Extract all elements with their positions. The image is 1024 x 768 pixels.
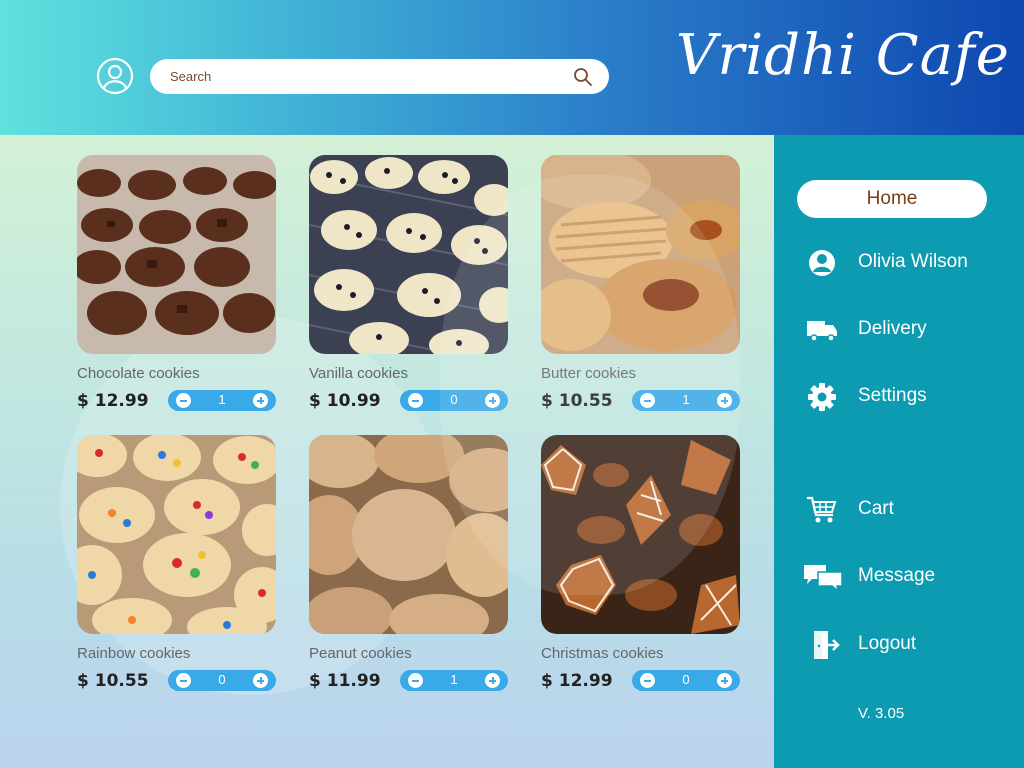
cart-icon (804, 495, 840, 525)
product-image[interactable] (309, 155, 508, 354)
gear-icon (804, 382, 840, 412)
version-label: V. 3.05 (858, 705, 905, 722)
sidebar-item-logout[interactable]: Logout (804, 627, 1014, 663)
product-price: $ 10.55 (541, 391, 613, 411)
sidebar: Home Olivia Wilson Delivery Settings Car… (774, 135, 1024, 768)
product-name: Peanut cookies (309, 645, 412, 662)
product-name: Vanilla cookies (309, 365, 408, 382)
decrease-button[interactable] (640, 393, 655, 408)
sidebar-item-profile[interactable]: Olivia Wilson (804, 245, 1014, 281)
product-name: Rainbow cookies (77, 645, 191, 662)
increase-button[interactable] (717, 673, 732, 688)
product-image[interactable] (309, 435, 508, 634)
sidebar-item-label: Delivery (858, 318, 927, 339)
truck-icon (804, 315, 840, 345)
sidebar-item-delivery[interactable]: Delivery (804, 312, 1014, 348)
product-price: $ 10.55 (77, 671, 149, 691)
product-price: $ 12.99 (541, 671, 613, 691)
sidebar-item-label: Cart (858, 498, 894, 519)
quantity-stepper: 1 (168, 390, 276, 411)
increase-button[interactable] (717, 393, 732, 408)
sidebar-item-label: Settings (858, 385, 927, 406)
product-image[interactable] (541, 155, 740, 354)
product-image[interactable] (541, 435, 740, 634)
product-card: Peanut cookies $ 11.99 1 (309, 435, 509, 691)
sidebar-item-label: Logout (858, 633, 917, 654)
brand-logo: Vridhi Cafe (676, 23, 1010, 88)
product-card: Vanilla cookies $ 10.99 0 (309, 155, 509, 411)
message-icon (802, 562, 844, 593)
sidebar-item-label: Olivia Wilson (858, 251, 968, 272)
user-icon (804, 248, 840, 278)
sidebar-item-label: Message (858, 565, 936, 586)
product-name: Christmas cookies (541, 645, 664, 662)
sidebar-item-cart[interactable]: Cart (804, 492, 1014, 528)
increase-button[interactable] (253, 393, 268, 408)
search-bar (150, 59, 609, 94)
product-price: $ 10.99 (309, 391, 381, 411)
product-card: Christmas cookies $ 12.99 0 (541, 435, 741, 691)
logout-icon (804, 630, 840, 660)
sidebar-item-settings[interactable]: Settings (804, 379, 1014, 415)
sidebar-item-message[interactable]: Message (804, 559, 1014, 595)
sidebar-item-home[interactable]: Home (797, 180, 987, 218)
increase-button[interactable] (485, 393, 500, 408)
product-price: $ 12.99 (77, 391, 149, 411)
product-name: Chocolate cookies (77, 365, 200, 382)
search-icon[interactable] (573, 67, 593, 87)
app-header: Vridhi Cafe (0, 0, 1024, 135)
product-card: Butter cookies $ 10.55 1 (541, 155, 741, 411)
increase-button[interactable] (253, 673, 268, 688)
profile-icon[interactable] (96, 57, 134, 95)
search-input[interactable] (170, 59, 560, 94)
product-card: Chocolate cookies $ 12.99 1 (77, 155, 277, 411)
product-name: Butter cookies (541, 365, 637, 382)
quantity-value: 1 (682, 392, 690, 407)
increase-button[interactable] (485, 673, 500, 688)
quantity-stepper: 0 (400, 390, 508, 411)
product-grid: Chocolate cookies $ 12.99 1 Vanilla cook… (0, 135, 774, 768)
quantity-stepper: 1 (632, 390, 740, 411)
quantity-stepper: 0 (632, 670, 740, 691)
product-card: Rainbow cookies $ 10.55 0 (77, 435, 277, 691)
quantity-stepper: 0 (168, 670, 276, 691)
product-image[interactable] (77, 155, 276, 354)
quantity-value: 0 (450, 392, 458, 407)
product-image[interactable] (77, 435, 276, 634)
quantity-stepper: 1 (400, 670, 508, 691)
product-price: $ 11.99 (309, 671, 381, 691)
